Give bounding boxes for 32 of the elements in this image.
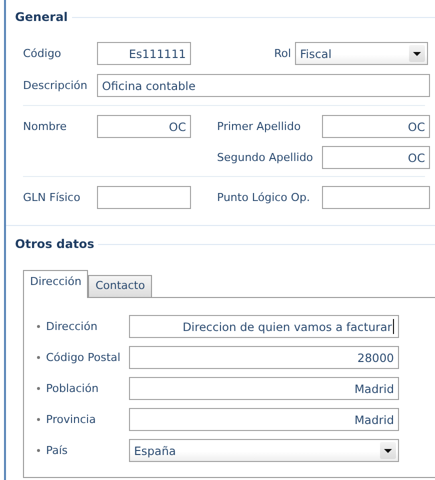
field-label: Primer Apellido — [217, 120, 302, 133]
field-label: Rol — [274, 47, 291, 60]
field-label: Código — [23, 47, 62, 60]
input-field[interactable]: 28000 — [129, 346, 399, 369]
field-label: Población — [46, 382, 100, 395]
field-label: Nombre — [23, 120, 68, 133]
tab[interactable]: Dirección — [23, 270, 88, 298]
tab[interactable]: Contacto — [88, 275, 152, 297]
section-title: Otros datos — [15, 237, 94, 251]
input-field[interactable]: Madrid — [129, 408, 399, 431]
section-title: General — [15, 10, 68, 24]
field-label: Dirección — [46, 320, 98, 333]
dropdown[interactable]: España — [129, 439, 399, 462]
field-label: Punto Lógico Op. — [217, 191, 312, 204]
dropdown[interactable]: Fiscal — [295, 42, 428, 65]
caret-icon — [384, 448, 392, 452]
input-field[interactable] — [322, 186, 430, 209]
input-field[interactable]: Oficina contable — [97, 74, 430, 97]
input-field[interactable]: Madrid — [129, 377, 399, 400]
field-label: GLN Físico — [23, 191, 82, 204]
input-field[interactable]: OC — [97, 115, 191, 138]
input-field[interactable]: Es111111 — [97, 42, 191, 65]
field-label: Provincia — [46, 413, 97, 426]
input-field[interactable]: OC — [322, 115, 430, 138]
field-label: Descripción — [23, 79, 88, 92]
input-field[interactable]: OC — [322, 146, 430, 169]
field-label: País — [46, 444, 69, 457]
caret-icon — [413, 52, 421, 56]
input-field[interactable]: Direccion de quien vamos a facturar — [129, 315, 399, 338]
field-label: Segundo Apellido — [217, 151, 314, 164]
field-label: Código Postal — [46, 351, 122, 364]
input-field[interactable] — [97, 186, 191, 209]
